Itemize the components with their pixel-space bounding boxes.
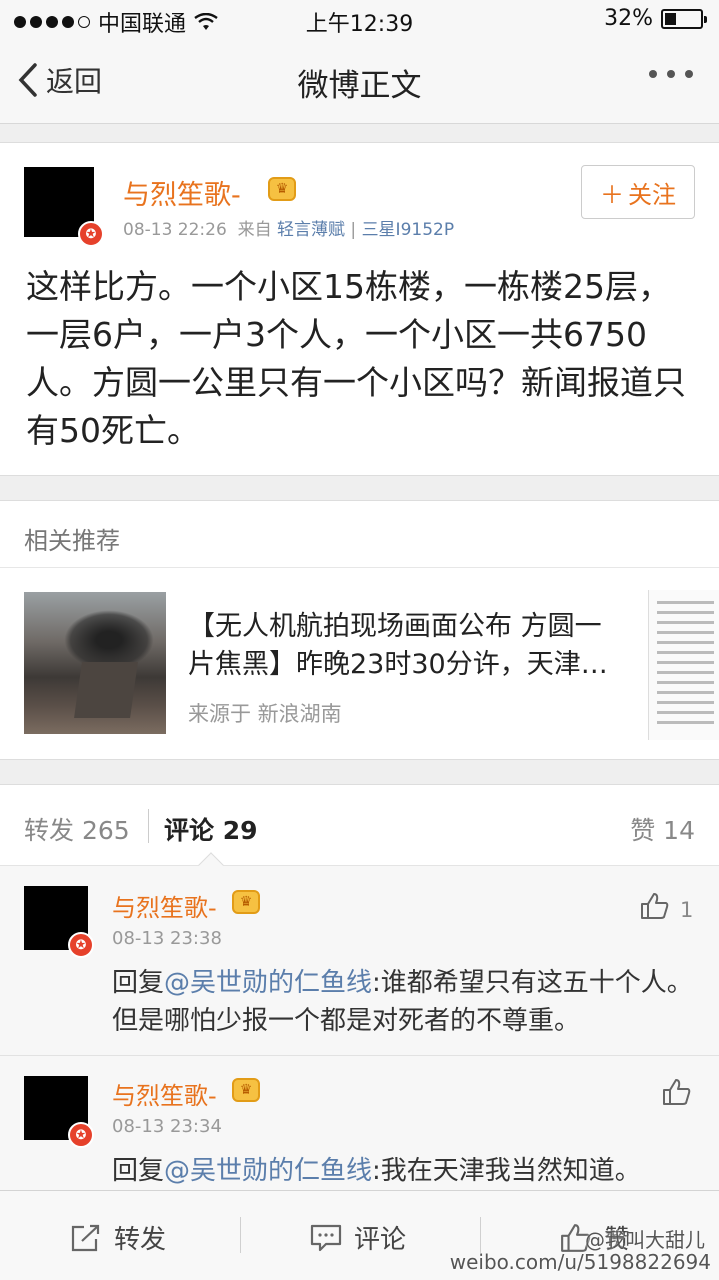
comment-username[interactable]: 与烈笙歌- [112, 1076, 217, 1111]
watermark-url: weibo.com/u/5198822694 [449, 1250, 711, 1274]
like-icon[interactable] [640, 892, 670, 920]
interaction-tabs: 转发 265 评论 29 赞 14 [0, 784, 719, 866]
verified-badge-icon: ✪ [68, 1122, 94, 1148]
comment-item: ✪ 与烈笙歌- ♛ 08-13 23:38 1 回复@吴世勋的仁鱼线:谁都希望只… [0, 866, 719, 1056]
post-body: 这样比方。一个小区15栋楼，一栋楼25层，一层6户，一户3个人，一个小区一共67… [26, 267, 686, 450]
repost-button[interactable]: 转发 [70, 1219, 166, 1256]
more-icon[interactable] [649, 70, 693, 78]
plus-icon: ＋ [600, 180, 624, 209]
toolbar-divider [240, 1217, 241, 1253]
comment-username[interactable]: 与烈笙歌- [112, 888, 217, 923]
mention-link[interactable]: @吴世勋的仁鱼线 [164, 1156, 372, 1186]
reply-prefix: 回复 [112, 1156, 165, 1186]
post-username[interactable]: 与烈笙歌- [123, 173, 241, 212]
reply-prefix: 回复 [112, 968, 165, 998]
comment-item: ✪ 与烈笙歌- ♛ 08-13 23:34 回复@吴世勋的仁鱼线:我在天津我当然… [0, 1056, 719, 1190]
tab-comment[interactable]: 评论 29 [164, 811, 258, 847]
follow-button[interactable]: ＋ 关注 [581, 165, 695, 219]
post-meta: 08-13 22:26 来自 轻言薄赋 | 三星I9152P [123, 215, 454, 240]
toolbar-divider [480, 1217, 481, 1253]
comment-label: 评论 [354, 1225, 407, 1255]
comment-time: 08-13 23:38 [112, 928, 222, 949]
battery-icon [661, 8, 707, 29]
battery-fill [665, 12, 676, 25]
meta-separator: | [350, 220, 357, 240]
crown-icon: ♛ [232, 890, 260, 914]
related-title: 【无人机航拍现场画面公布 方圆一片焦黑】昨晚23时30分许，天津… [188, 611, 608, 680]
comment-text: 回复@吴世勋的仁鱼线:我在天津我当然知道。 [112, 1152, 702, 1190]
battery-percent: 32% [604, 6, 653, 31]
related-next-preview [648, 590, 719, 740]
verified-badge-icon: ✪ [68, 932, 94, 958]
crown-icon: ♛ [232, 1078, 260, 1102]
like-icon[interactable] [662, 1078, 692, 1106]
nav-bar: 返回 微博正文 [0, 40, 719, 124]
post-time: 08-13 22:26 [123, 220, 227, 240]
watermark-user: @我叫大甜儿 [585, 1228, 705, 1252]
related-header-label: 相关推荐 [24, 527, 120, 555]
post-source[interactable]: 轻言薄赋 [277, 220, 345, 240]
comment-icon [310, 1224, 342, 1251]
repost-icon [71, 1224, 100, 1251]
status-bar: 中国联通 上午12:39 32% [0, 0, 719, 40]
tab-divider [148, 809, 149, 843]
related-source: 来源于 新浪湖南 [188, 702, 342, 726]
tab-like[interactable]: 赞 14 [630, 811, 695, 847]
related-thumbnail [24, 592, 166, 734]
comment-text: 回复@吴世勋的仁鱼线:谁都希望只有这五十个人。但是哪怕少报一个都是对死者的不尊重… [112, 964, 702, 1040]
comment-time: 08-13 23:34 [112, 1116, 222, 1137]
tab-repost[interactable]: 转发 265 [24, 811, 130, 847]
post-from-label: 来自 [237, 220, 272, 240]
crown-icon: ♛ [268, 177, 296, 201]
repost-label: 转发 [114, 1225, 167, 1255]
comment-button[interactable]: 评论 [310, 1219, 406, 1256]
comment-body: :我在天津我当然知道。 [372, 1156, 641, 1186]
verified-badge-icon: ✪ [78, 221, 104, 247]
status-right: 32% [604, 6, 707, 31]
post-device: 三星I9152P [361, 220, 455, 240]
related-header: 相关推荐 [0, 500, 719, 568]
related-card[interactable]: 【无人机航拍现场画面公布 方圆一片焦黑】昨晚23时30分许，天津… 来源于 新浪… [0, 568, 719, 760]
post-card: ✪ 与烈笙歌- ♛ 08-13 22:26 来自 轻言薄赋 | 三星I9152P… [0, 142, 719, 476]
mention-link[interactable]: @吴世勋的仁鱼线 [164, 968, 372, 998]
follow-label: 关注 [628, 180, 676, 209]
comment-like-count: 1 [680, 898, 694, 922]
page-title: 微博正文 [297, 68, 422, 104]
